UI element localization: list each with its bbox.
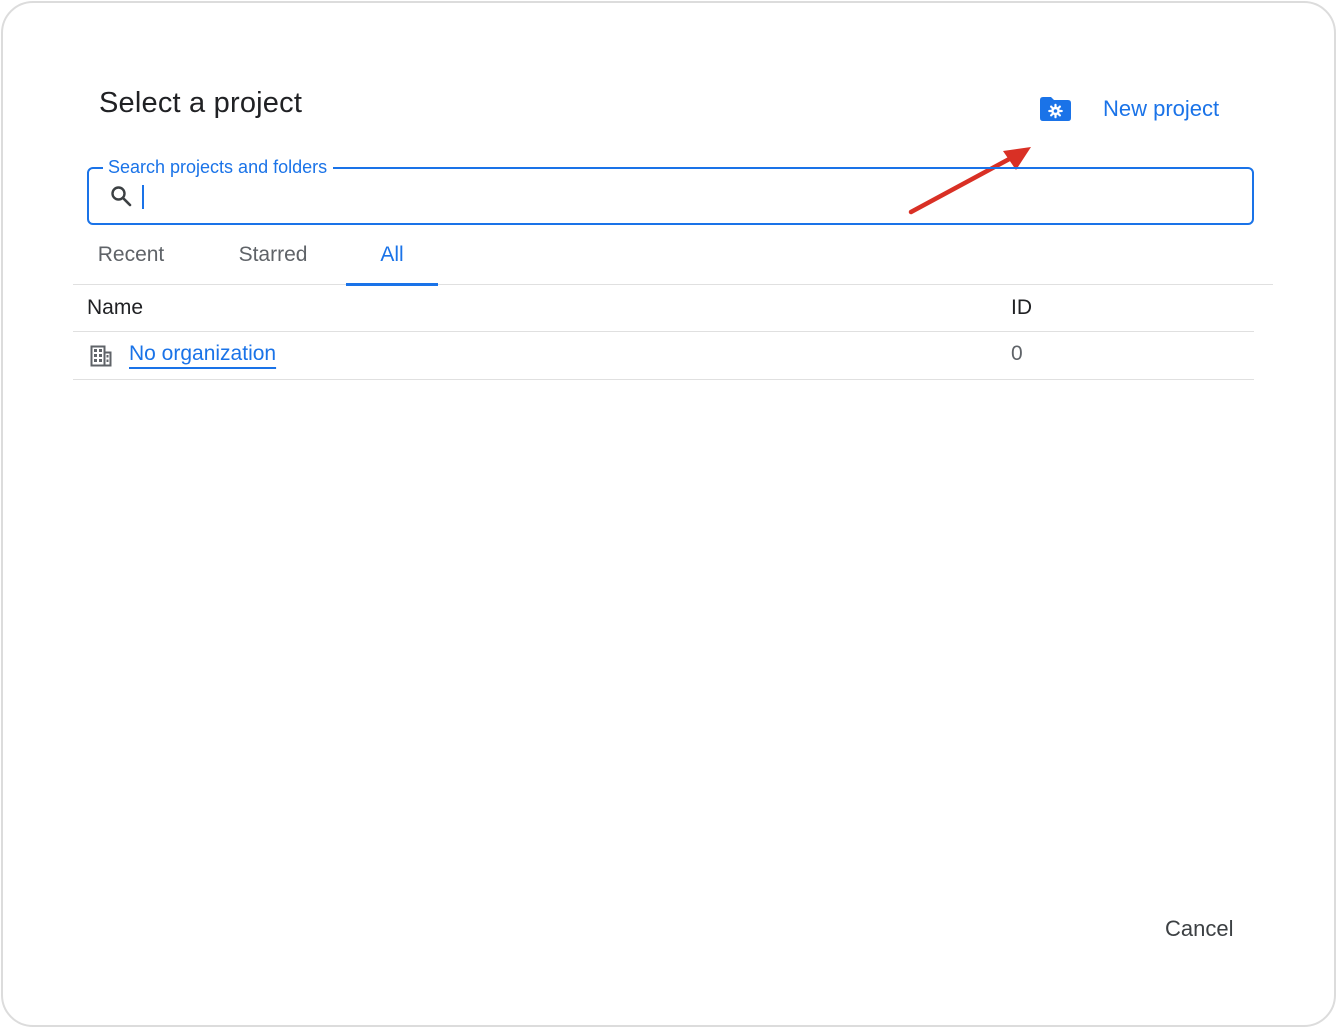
select-project-dialog: Select a project New project Search proj…: [1, 1, 1336, 1027]
search-field-label: Search projects and folders: [103, 157, 334, 177]
table-row[interactable]: No organization 0: [73, 332, 1254, 380]
search-field[interactable]: Search projects and folders: [87, 157, 1254, 225]
dialog-title: Select a project: [99, 87, 303, 119]
text-caret: [142, 185, 144, 209]
no-organization-link[interactable]: No organization: [129, 342, 276, 366]
tab-starred[interactable]: Starred: [213, 229, 333, 284]
organization-icon: [90, 345, 112, 367]
column-header-id: ID: [1011, 296, 1032, 319]
tab-all[interactable]: All: [346, 229, 438, 286]
tab-recent[interactable]: Recent: [73, 229, 189, 284]
cancel-button[interactable]: Cancel: [1153, 909, 1245, 949]
new-project-button[interactable]: New project: [1037, 89, 1219, 129]
folder-gear-icon: [1037, 95, 1073, 123]
column-header-name: Name: [87, 296, 144, 319]
table-header: Name ID: [73, 286, 1254, 332]
projects-table: Name ID No organization 0: [73, 286, 1254, 380]
search-input[interactable]: [139, 177, 1239, 215]
search-icon: [111, 186, 132, 207]
row-id: 0: [1011, 342, 1023, 365]
new-project-label: New project: [1103, 96, 1220, 121]
project-tabs: Recent Starred All: [73, 229, 1273, 286]
tab-all-label: All: [380, 243, 404, 266]
